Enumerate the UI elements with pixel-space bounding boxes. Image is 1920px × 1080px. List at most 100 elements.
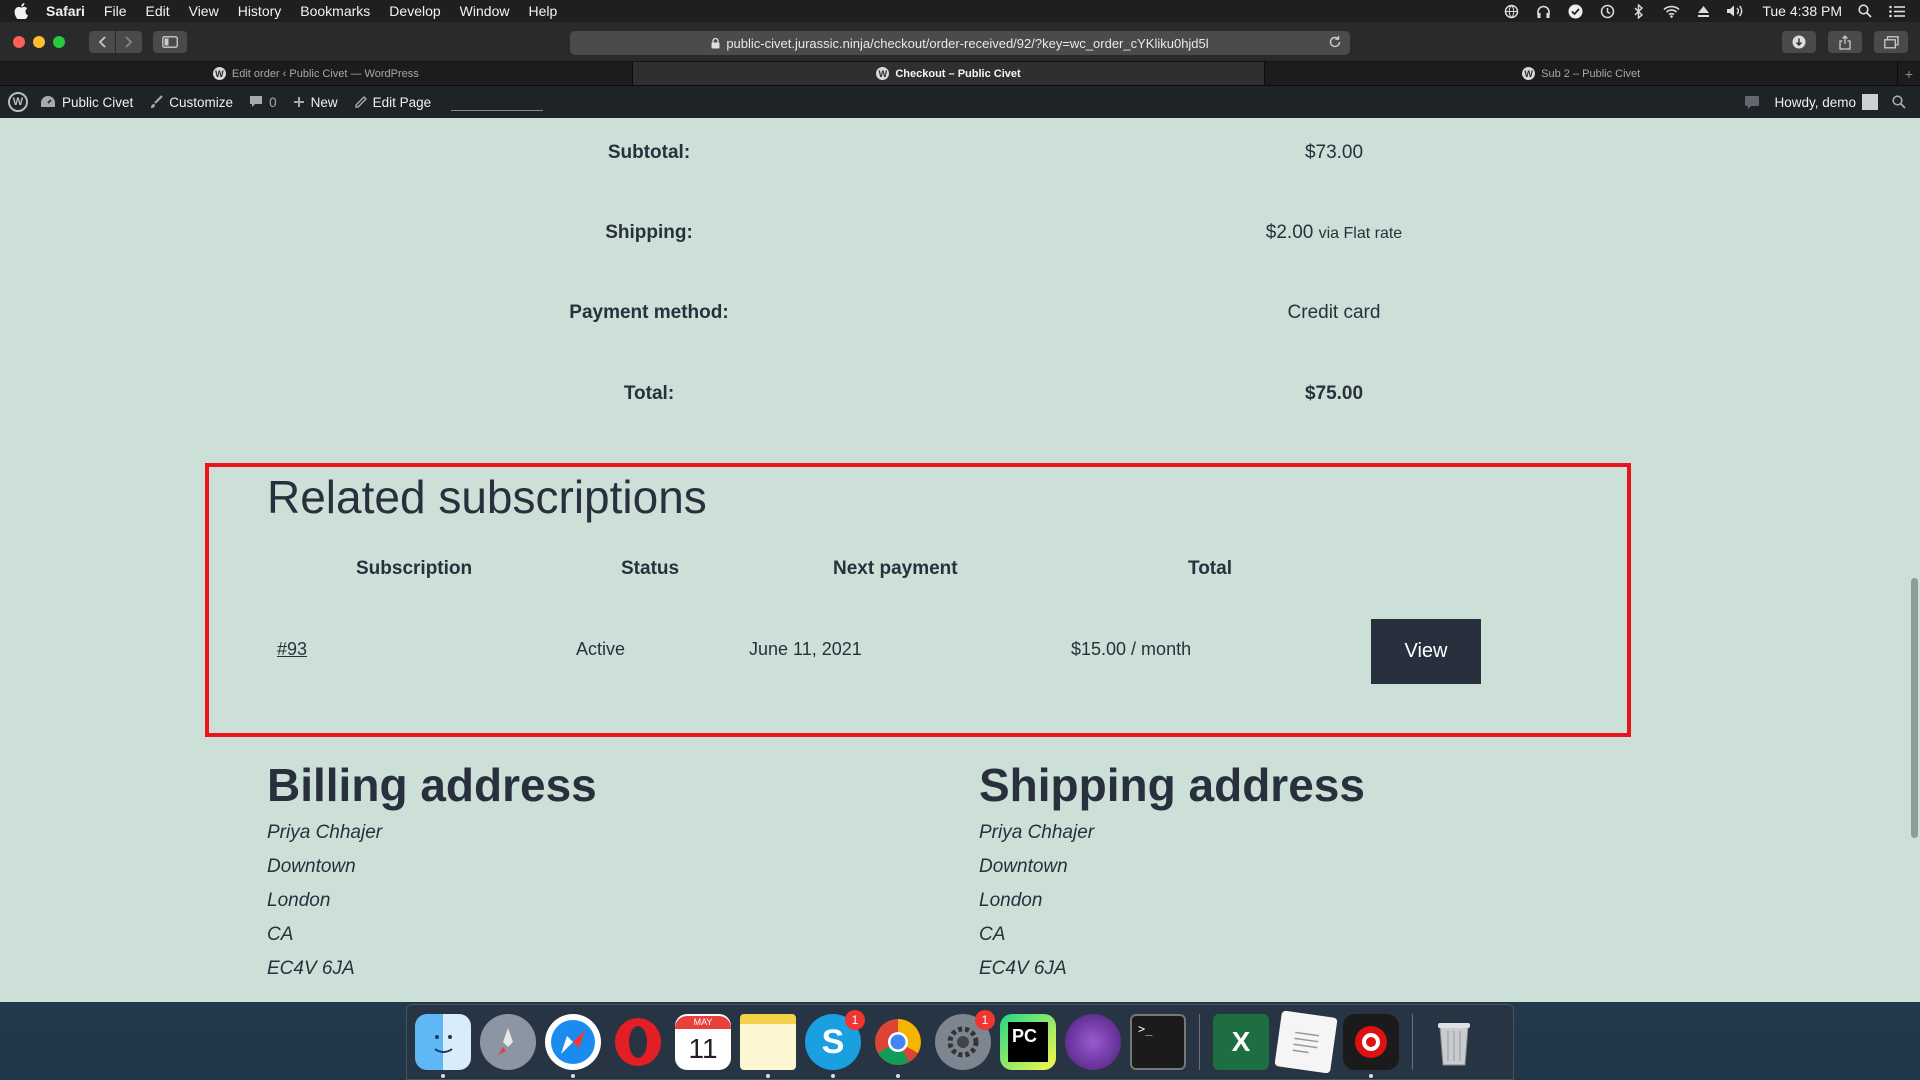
lock-icon xyxy=(711,37,720,49)
admin-edit-page-link[interactable]: Edit Page xyxy=(354,95,431,110)
payment-method-label: Payment method: xyxy=(569,302,729,323)
menu-edit[interactable]: Edit xyxy=(145,3,169,19)
admin-comments-link[interactable]: 0 xyxy=(249,95,277,110)
tab-overview-button[interactable] xyxy=(1874,31,1908,53)
billing-line: CA xyxy=(267,924,294,945)
menu-view[interactable]: View xyxy=(189,3,219,19)
calendar-day: 11 xyxy=(688,1032,718,1064)
search-icon[interactable] xyxy=(1892,95,1906,109)
shipping-value: $2.00 xyxy=(1265,222,1314,243)
payment-method-value: Credit card xyxy=(1287,302,1381,323)
back-button[interactable] xyxy=(89,30,115,53)
opera-icon[interactable] xyxy=(610,1014,666,1070)
wordpress-favicon-icon: W xyxy=(876,67,890,80)
photo-booth-icon[interactable] xyxy=(1343,1014,1399,1078)
menu-history[interactable]: History xyxy=(238,3,282,19)
page-content: Subtotal: $73.00 Shipping: $2.00 via Fla… xyxy=(0,118,1920,1002)
skype-icon[interactable]: S 1 xyxy=(805,1010,865,1078)
globe-icon[interactable] xyxy=(1502,3,1520,19)
tab-title: Sub 2 – Public Civet xyxy=(1541,67,1641,80)
time-machine-icon[interactable] xyxy=(1598,3,1616,19)
tab-edit-order[interactable]: W Edit order ‹ Public Civet — WordPress xyxy=(0,62,633,85)
col-header-next-payment: Next payment xyxy=(833,558,958,579)
share-button[interactable] xyxy=(1828,31,1862,53)
zoom-window-button[interactable] xyxy=(53,35,65,48)
eject-icon[interactable] xyxy=(1694,3,1712,19)
minimize-window-button[interactable] xyxy=(33,35,45,48)
pycharm-icon[interactable]: PC xyxy=(1000,1014,1056,1070)
menu-bookmarks[interactable]: Bookmarks xyxy=(300,3,370,19)
total-value: $75.00 xyxy=(1304,383,1364,404)
check-circle-icon[interactable] xyxy=(1566,3,1584,19)
calendar-month: MAY xyxy=(675,1015,731,1029)
tab-checkout[interactable]: W Checkout – Public Civet xyxy=(632,62,1266,85)
skype-badge: 1 xyxy=(845,1010,865,1030)
comment-icon xyxy=(250,96,263,107)
trash-icon[interactable] xyxy=(1426,1014,1482,1070)
toolbar-right-buttons xyxy=(1782,31,1908,53)
safari-icon[interactable] xyxy=(545,1014,601,1078)
admin-new-link[interactable]: New xyxy=(293,95,338,110)
history-nav xyxy=(89,30,143,53)
subtotal-value: $73.00 xyxy=(1304,142,1364,163)
spotlight-search-icon[interactable] xyxy=(1856,3,1874,19)
wp-admin-bar: W Public Civet Customize 0 New Edit Page… xyxy=(0,86,1920,118)
tab-title: Edit order ‹ Public Civet — WordPress xyxy=(231,67,419,80)
dock-separator xyxy=(1412,1014,1413,1070)
shipping-method-note: via Flat rate xyxy=(1318,225,1403,242)
howdy-account-menu[interactable]: Howdy, demo xyxy=(1774,94,1878,110)
menubar-clock[interactable]: Tue 4:38 PM xyxy=(1762,3,1842,19)
excel-icon[interactable]: X xyxy=(1213,1014,1269,1070)
shipping-value-row: $2.00 via Flat rate xyxy=(1134,222,1534,244)
bluetooth-icon[interactable] xyxy=(1630,3,1648,19)
terminal-icon[interactable]: >_ xyxy=(1130,1014,1186,1070)
headphones-icon[interactable] xyxy=(1534,3,1552,19)
menu-app-safari[interactable]: Safari xyxy=(46,3,85,19)
menu-window[interactable]: Window xyxy=(460,3,510,19)
apple-menu-icon[interactable] xyxy=(14,3,28,20)
shipping-line: EC4V 6JA xyxy=(979,958,1067,979)
wordpress-logo-icon[interactable]: W xyxy=(8,92,28,112)
notes-icon[interactable] xyxy=(1744,95,1760,109)
shipping-line: Priya Chhajer xyxy=(979,822,1095,843)
chevron-right-icon xyxy=(125,35,133,48)
reload-icon[interactable] xyxy=(1328,35,1342,49)
avatar xyxy=(1862,94,1878,110)
menu-develop[interactable]: Develop xyxy=(389,3,440,19)
new-tab-button[interactable]: + xyxy=(1898,62,1920,85)
system-preferences-icon[interactable]: 1 xyxy=(935,1010,995,1070)
close-window-button[interactable] xyxy=(13,35,25,48)
admin-site-link[interactable]: Public Civet xyxy=(40,95,133,110)
share-icon xyxy=(1839,34,1851,50)
launchpad-icon[interactable] xyxy=(480,1014,536,1070)
view-subscription-button[interactable]: View xyxy=(1371,619,1481,684)
calendar-icon[interactable]: MAY 11 xyxy=(675,1014,731,1070)
macos-menubar: Safari File Edit View History Bookmarks … xyxy=(0,0,1920,22)
chrome-icon[interactable] xyxy=(870,1014,926,1078)
notification-center-icon[interactable] xyxy=(1888,3,1906,19)
shipping-address-title: Shipping address xyxy=(979,759,1365,811)
notes-icon[interactable] xyxy=(740,1014,796,1078)
forward-button[interactable] xyxy=(116,30,142,53)
sidebar-toggle-button[interactable] xyxy=(153,30,187,53)
finder-icon[interactable] xyxy=(415,1014,471,1078)
textedit-icon[interactable] xyxy=(1274,1010,1338,1074)
menu-help[interactable]: Help xyxy=(528,3,557,19)
shipping-line: CA xyxy=(979,924,1006,945)
downloads-button[interactable] xyxy=(1782,31,1816,53)
menu-file[interactable]: File xyxy=(104,3,127,19)
tab-sub-2[interactable]: W Sub 2 – Public Civet xyxy=(1265,62,1899,85)
wordpress-favicon-icon: W xyxy=(212,67,226,80)
col-header-subscription: Subscription xyxy=(356,558,473,579)
tor-icon[interactable] xyxy=(1065,1014,1121,1070)
volume-icon[interactable] xyxy=(1726,3,1744,19)
billing-line: Priya Chhajer xyxy=(267,822,383,843)
address-bar[interactable]: public-civet.jurassic.ninja/checkout/ord… xyxy=(570,31,1350,55)
subscription-link[interactable]: #93 xyxy=(277,639,307,660)
admin-customize-link[interactable]: Customize xyxy=(149,95,233,110)
tab-title: Checkout – Public Civet xyxy=(895,67,1021,80)
wifi-icon[interactable] xyxy=(1662,3,1680,19)
billing-line: Downtown xyxy=(267,856,356,877)
page-scrollbar[interactable] xyxy=(1911,578,1918,838)
shipping-line: London xyxy=(979,890,1043,911)
